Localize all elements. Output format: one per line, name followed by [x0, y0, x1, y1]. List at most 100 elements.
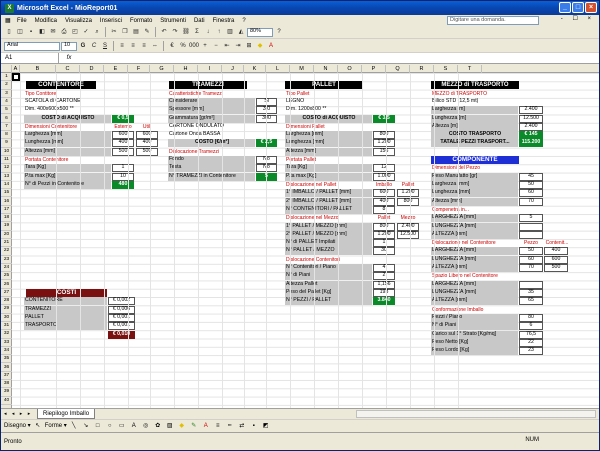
copy-icon[interactable]: ❐: [120, 27, 130, 37]
contenitore-altezza-utili[interactable]: 500: [136, 148, 158, 156]
row-header-24[interactable]: 24: [1, 264, 12, 273]
pallet-dim[interactable]: Dim. 1200x800 **: [285, 106, 326, 114]
align-right-icon[interactable]: ≡: [139, 41, 149, 51]
componente-s-alt-value[interactable]: 65: [519, 297, 543, 305]
row-header-13[interactable]: 13: [1, 173, 12, 181]
tramezzi-fondo-label[interactable]: Fondo: [168, 156, 255, 164]
column-header-c[interactable]: C: [56, 65, 80, 73]
column-header-e[interactable]: E: [104, 65, 128, 73]
spelling-icon[interactable]: ✓: [81, 27, 91, 37]
contenitore-title[interactable]: CONTENITORE: [26, 81, 96, 89]
font-color-icon[interactable]: A: [266, 41, 276, 51]
pallet-pm2-label[interactable]: 2° PALLET / MEZZO [mm]: [285, 231, 372, 239]
row-header-16[interactable]: 16: [1, 198, 12, 206]
componente-d-larg-pezzo[interactable]: 50: [519, 247, 543, 255]
componente-d-alt-pezzo[interactable]: 70: [519, 264, 543, 272]
componente-pezzipiano-label[interactable]: Pezzi / Piano: [431, 314, 518, 322]
mezzo-bilico[interactable]: Bilico STD (12,5 mt): [431, 98, 478, 106]
column-header-t[interactable]: T: [458, 65, 482, 73]
tramezzi-cartone-onda[interactable]: Cartone Onda BASSA: [168, 131, 220, 139]
contenitore-ptamax-label[interactable]: P.ta max [Kg]: [24, 173, 111, 181]
row-header-6[interactable]: 6: [1, 115, 12, 123]
fx-icon[interactable]: fx: [59, 55, 79, 61]
column-header-o[interactable]: O: [338, 65, 362, 73]
row-header-23[interactable]: 23: [1, 256, 12, 264]
mezzo-title[interactable]: MEZZO di TRASPORTO: [431, 81, 519, 89]
contenitore-lunghezza-esterno[interactable]: 400: [112, 139, 134, 147]
workbook-window-controls[interactable]: - ☐ ×: [561, 16, 595, 22]
pallet-larghezza-label[interactable]: Larghezza [mm]: [285, 131, 372, 139]
select-all-corner[interactable]: [1, 65, 12, 73]
open-icon[interactable]: ◫: [15, 27, 25, 37]
worksheet-grid[interactable]: ABCDEFGHIJKLMNOPQRST 1 2 3 4 5 6 7 8 9 10 11 12 13 14…: [1, 65, 599, 408]
componente-pesonetto-label[interactable]: Peso Netto [Kg]: [431, 339, 518, 347]
pallet-ncont-value[interactable]: 8: [373, 206, 395, 214]
column-header-q[interactable]: Q: [386, 65, 410, 73]
componente-d-larg-cont[interactable]: 400: [544, 247, 568, 255]
contenitore-altezza-esterno[interactable]: 500: [112, 148, 134, 156]
zoom-select[interactable]: 80%: [247, 27, 273, 37]
componente-d-larg-label[interactable]: LARGHEZZA [mm]: [431, 247, 518, 255]
componente-peso-label[interactable]: Peso Manufatto [gr]: [431, 173, 518, 181]
increase-indent-icon[interactable]: ⇥: [233, 41, 243, 51]
arrow-style-icon[interactable]: ⇄: [237, 421, 247, 431]
componente-npiani-label[interactable]: N° di Piani: [431, 322, 518, 330]
drawing-icon[interactable]: ◭: [236, 27, 246, 37]
costi-tramezzi-label[interactable]: TRAMEZZI: [24, 306, 107, 314]
contenitore-ptamax-value[interactable]: 10: [112, 173, 134, 181]
minimize-button[interactable]: _: [559, 2, 571, 13]
tramezzi-cartone-type[interactable]: CARTONE ONDULATO: [168, 123, 224, 131]
componente-altezza-label[interactable]: Altezza [mm]: [431, 198, 518, 206]
menu-file[interactable]: File: [13, 18, 31, 24]
contenitore-esterno-header[interactable]: Esterno: [112, 123, 134, 131]
pallet-pm2-mezzo[interactable]: 12.500: [397, 231, 419, 239]
column-header-b[interactable]: B: [20, 65, 56, 73]
preview-icon[interactable]: ◰: [70, 27, 80, 37]
tramezzi-spessore-label[interactable]: Spessore [mm]: [168, 106, 255, 114]
print-icon[interactable]: ⎙: [59, 27, 69, 37]
pallet-lunghezza-label[interactable]: Lunghezza [mm]: [285, 139, 372, 147]
row-header-18[interactable]: 18: [1, 214, 12, 223]
line-color-icon[interactable]: ✎: [189, 421, 199, 431]
componente-comp-alt-label[interactable]: ALTEZZA [mm]: [431, 231, 518, 239]
pallet-npallmezzo-label[interactable]: N° PALLET / MEZZO: [285, 247, 372, 255]
help-icon[interactable]: ?: [274, 27, 284, 37]
pallet-tara-value[interactable]: 12: [373, 164, 395, 172]
row-header-27[interactable]: 27: [1, 289, 12, 298]
row-header-10[interactable]: 10: [1, 148, 12, 156]
currency-icon[interactable]: €: [167, 41, 177, 51]
row-header-12[interactable]: 12: [1, 164, 12, 173]
costi-contenitore-value[interactable]: € 0,002: [108, 297, 135, 305]
pallet-peso-value[interactable]: 193: [373, 289, 395, 297]
pallet-mezzo-subheader[interactable]: Mezzo: [397, 214, 419, 222]
row-header-40[interactable]: 40: [1, 397, 12, 405]
componente-dim-header[interactable]: Dimensioni del Pezzo: [431, 164, 480, 172]
pallet-mezzo-header[interactable]: Dislocazione nel Mezzo: [285, 214, 339, 222]
pallet-imb1-label[interactable]: 1° IMBALLO / PALLET [mm]: [285, 189, 372, 197]
undo-icon[interactable]: ↶: [159, 27, 169, 37]
column-header-h[interactable]: H: [174, 65, 198, 73]
row-header-9[interactable]: 9: [1, 139, 12, 148]
mezzo-costo-value[interactable]: € 145: [519, 131, 543, 139]
row-header-3[interactable]: 3: [1, 90, 12, 98]
componente-d-lung-label[interactable]: LUNGHEZZA [mm]: [431, 256, 518, 264]
permission-icon[interactable]: ◧: [37, 27, 47, 37]
cell-area[interactable]: CONTENITORE Tipo Contitore SCATOLA di CA…: [12, 73, 599, 408]
pallet-pallet-header[interactable]: Pallet: [397, 181, 419, 189]
contenitore-lunghezza-label[interactable]: Lunghezza [mm]: [24, 139, 111, 147]
row-header-36[interactable]: 36: [1, 364, 12, 372]
tramezzi-ntram-label[interactable]: N° TRAMEZZI in Contenitore: [168, 173, 255, 181]
pallet-disloc-header[interactable]: Dislocazione nel Pallet: [285, 181, 336, 189]
column-header-r[interactable]: R: [410, 65, 434, 73]
column-header-i[interactable]: I: [198, 65, 222, 73]
font-color-draw-icon[interactable]: A: [201, 421, 211, 431]
tramezzi-considerare-label[interactable]: Considerare: [168, 98, 255, 106]
menu-help[interactable]: ?: [238, 18, 249, 24]
costi-trasporto-value[interactable]: € 0,001: [108, 322, 135, 330]
row-header-38[interactable]: 38: [1, 380, 12, 389]
save-icon[interactable]: ▪: [26, 27, 36, 37]
componente-carico-label[interactable]: Carico sul 1° Strato [Kg/mq]: [431, 331, 518, 339]
menu-visualizza[interactable]: Visualizza: [61, 18, 96, 24]
pallet-altezza-label[interactable]: Altezza [mm]: [285, 148, 372, 156]
close-button[interactable]: ×: [585, 2, 597, 13]
